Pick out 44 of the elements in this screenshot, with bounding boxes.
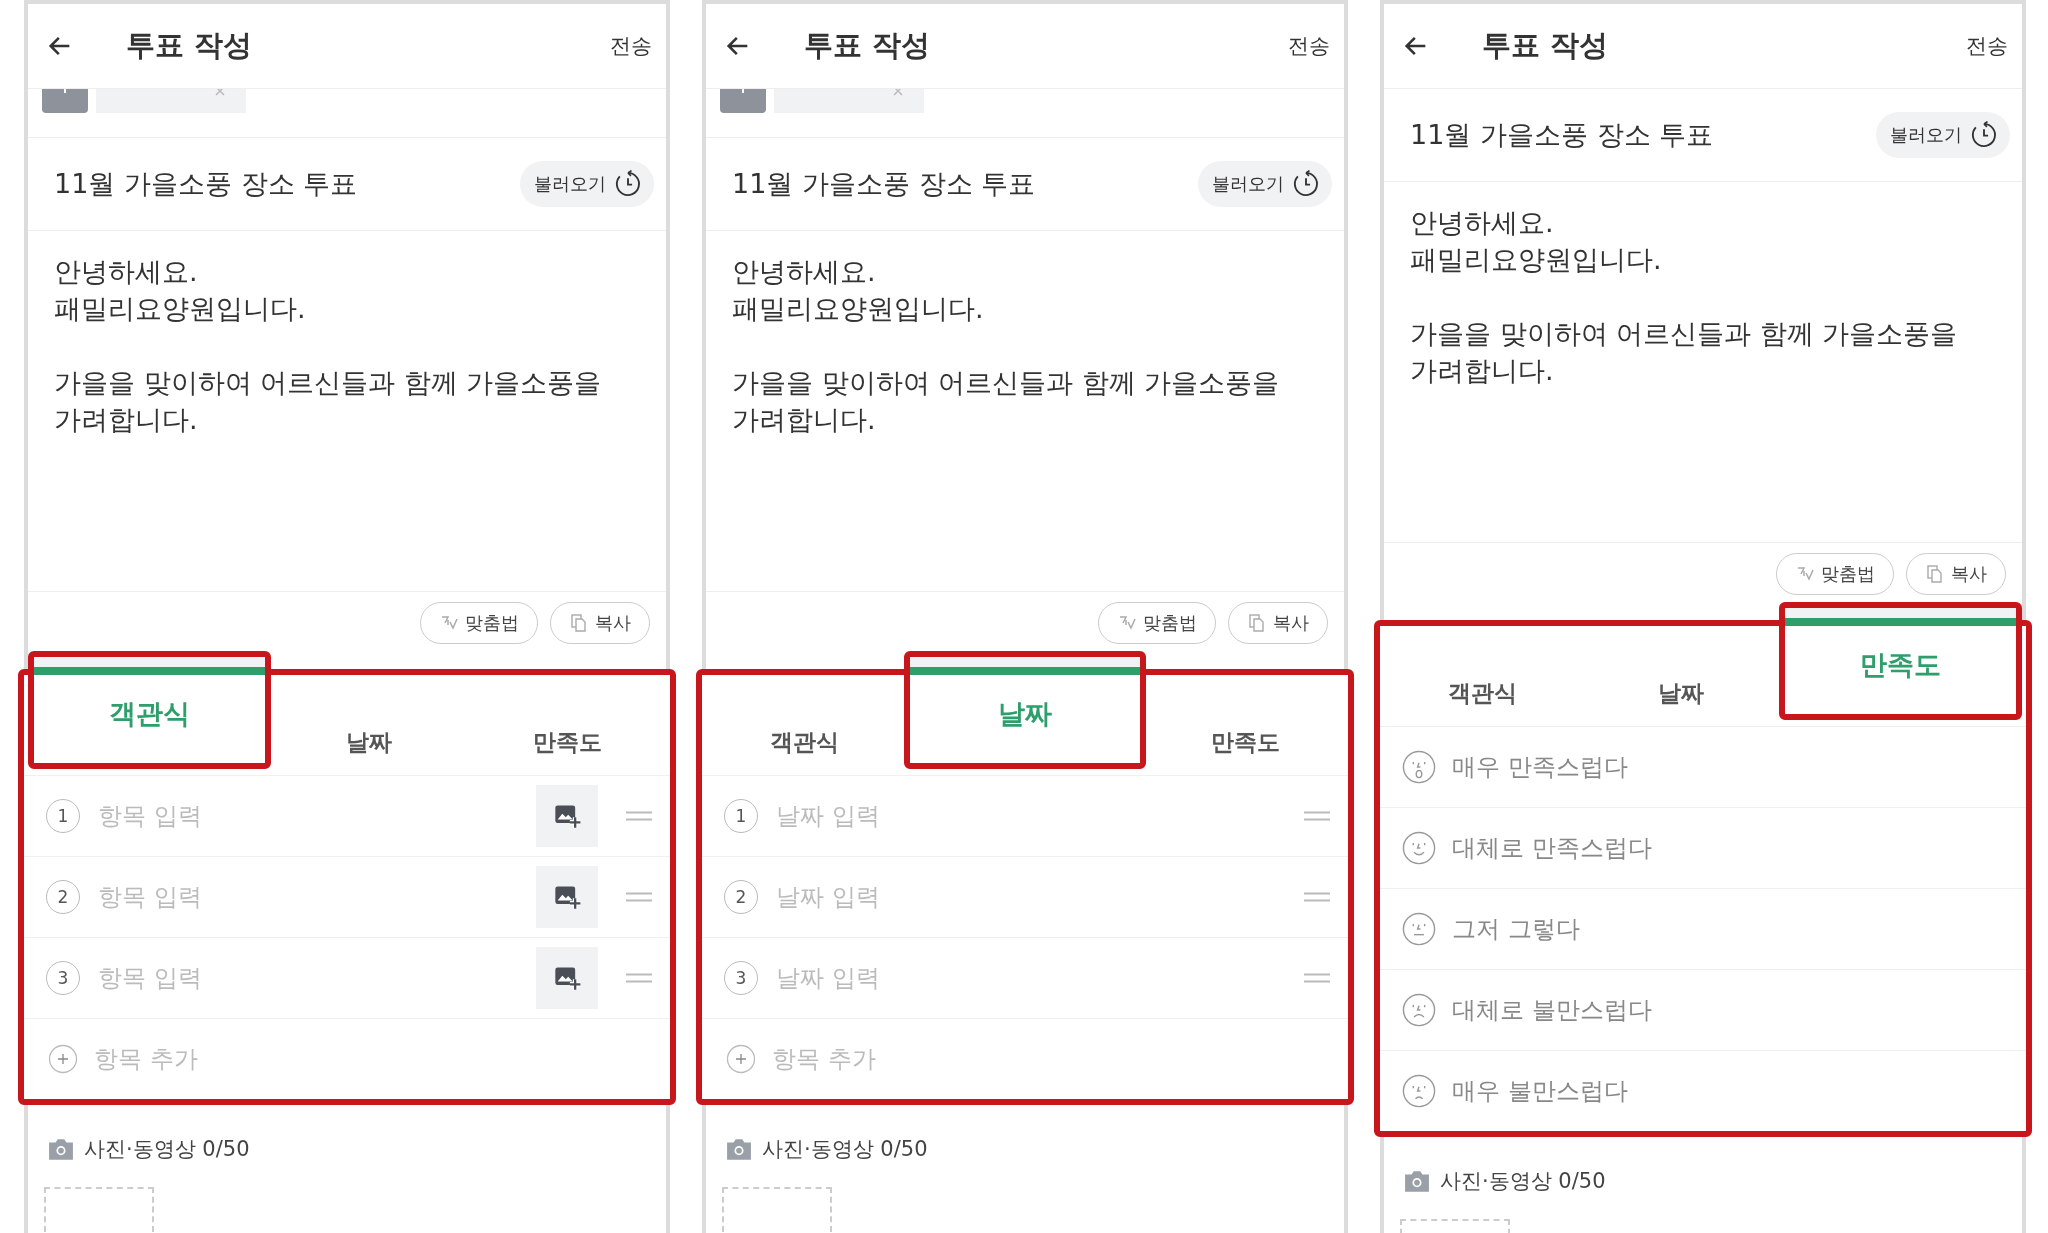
load-button[interactable]: 불러오기 bbox=[1198, 161, 1332, 207]
poll-title: 11월 가을소풍 장소 투표 bbox=[1410, 118, 1714, 152]
message-paragraph: 안녕하세요. 패밀리요양원입니다. bbox=[1410, 206, 1663, 277]
item-input-field[interactable]: 날짜 입력 bbox=[774, 963, 1288, 993]
media-count: 사진·동영상 0/50 bbox=[762, 1136, 928, 1163]
copy-button[interactable]: 복사 bbox=[1906, 553, 2006, 595]
poll-type-tab[interactable]: 날짜 bbox=[270, 675, 469, 775]
rating-option: 대체로 불만스럽다 bbox=[1452, 994, 1652, 1026]
send-button[interactable]: 전송 bbox=[1288, 32, 1330, 60]
poll-type-tab[interactable]: 만족도 bbox=[1146, 675, 1344, 775]
spellcheck-button[interactable]: 맞춤법 bbox=[420, 602, 538, 644]
spellcheck-button[interactable]: 맞춤법 bbox=[1098, 602, 1216, 644]
screen-title: 투표 작성 bbox=[804, 27, 932, 64]
load-button[interactable]: 불러오기 bbox=[1876, 112, 2010, 158]
media-count: 사진·동영상 0/50 bbox=[84, 1136, 250, 1163]
screen-title: 투표 작성 bbox=[126, 27, 254, 64]
item-input-field[interactable]: 항목 입력 bbox=[96, 882, 520, 912]
item-input-field[interactable]: 날짜 입력 bbox=[774, 882, 1288, 912]
copy-button[interactable]: 복사 bbox=[1228, 602, 1328, 644]
rating-option: 매우 불만스럽다 bbox=[1452, 1075, 1628, 1107]
rating-option: 대체로 만족스럽다 bbox=[1452, 832, 1652, 864]
poll-type-tab[interactable]: 객관식 bbox=[706, 675, 904, 775]
message-paragraph: 안녕하세요. 패밀리요양원입니다. bbox=[54, 255, 307, 326]
poll-type-tab[interactable]: 날짜 bbox=[1581, 626, 1780, 726]
poll-title: 11월 가을소풍 장소 투표 bbox=[732, 167, 1036, 201]
screen-title: 투표 작성 bbox=[1482, 27, 1610, 64]
item-input-field[interactable]: 항목 입력 bbox=[96, 801, 520, 831]
load-button[interactable]: 불러오기 bbox=[520, 161, 654, 207]
item-input-field[interactable]: 날짜 입력 bbox=[774, 801, 1288, 831]
message-paragraph: 가을을 맞이하여 어르신들과 함께 가을소풍을 가려합니다. bbox=[732, 366, 1281, 437]
message-paragraph: 가을을 맞이하여 어르신들과 함께 가을소풍을 가려합니다. bbox=[1410, 317, 1959, 388]
item-input-field[interactable]: 항목 입력 bbox=[96, 963, 520, 993]
poll-type-tab[interactable]: 만족도 bbox=[468, 675, 666, 775]
rating-option: 그저 그렇다 bbox=[1452, 913, 1580, 945]
spellcheck-button[interactable]: 맞춤법 bbox=[1776, 553, 1894, 595]
send-button[interactable]: 전송 bbox=[610, 32, 652, 60]
rating-option: 매우 만족스럽다 bbox=[1452, 751, 1628, 783]
message-paragraph: 안녕하세요. 패밀리요양원입니다. bbox=[732, 255, 985, 326]
copy-button[interactable]: 복사 bbox=[550, 602, 650, 644]
poll-type-tab[interactable]: 객관식 bbox=[1384, 626, 1582, 726]
poll-title: 11월 가을소풍 장소 투표 bbox=[54, 167, 358, 201]
message-paragraph: 가을을 맞이하여 어르신들과 함께 가을소풍을 가려합니다. bbox=[54, 366, 603, 437]
media-count: 사진·동영상 0/50 bbox=[1440, 1168, 1606, 1195]
send-button[interactable]: 전송 bbox=[1966, 32, 2008, 60]
